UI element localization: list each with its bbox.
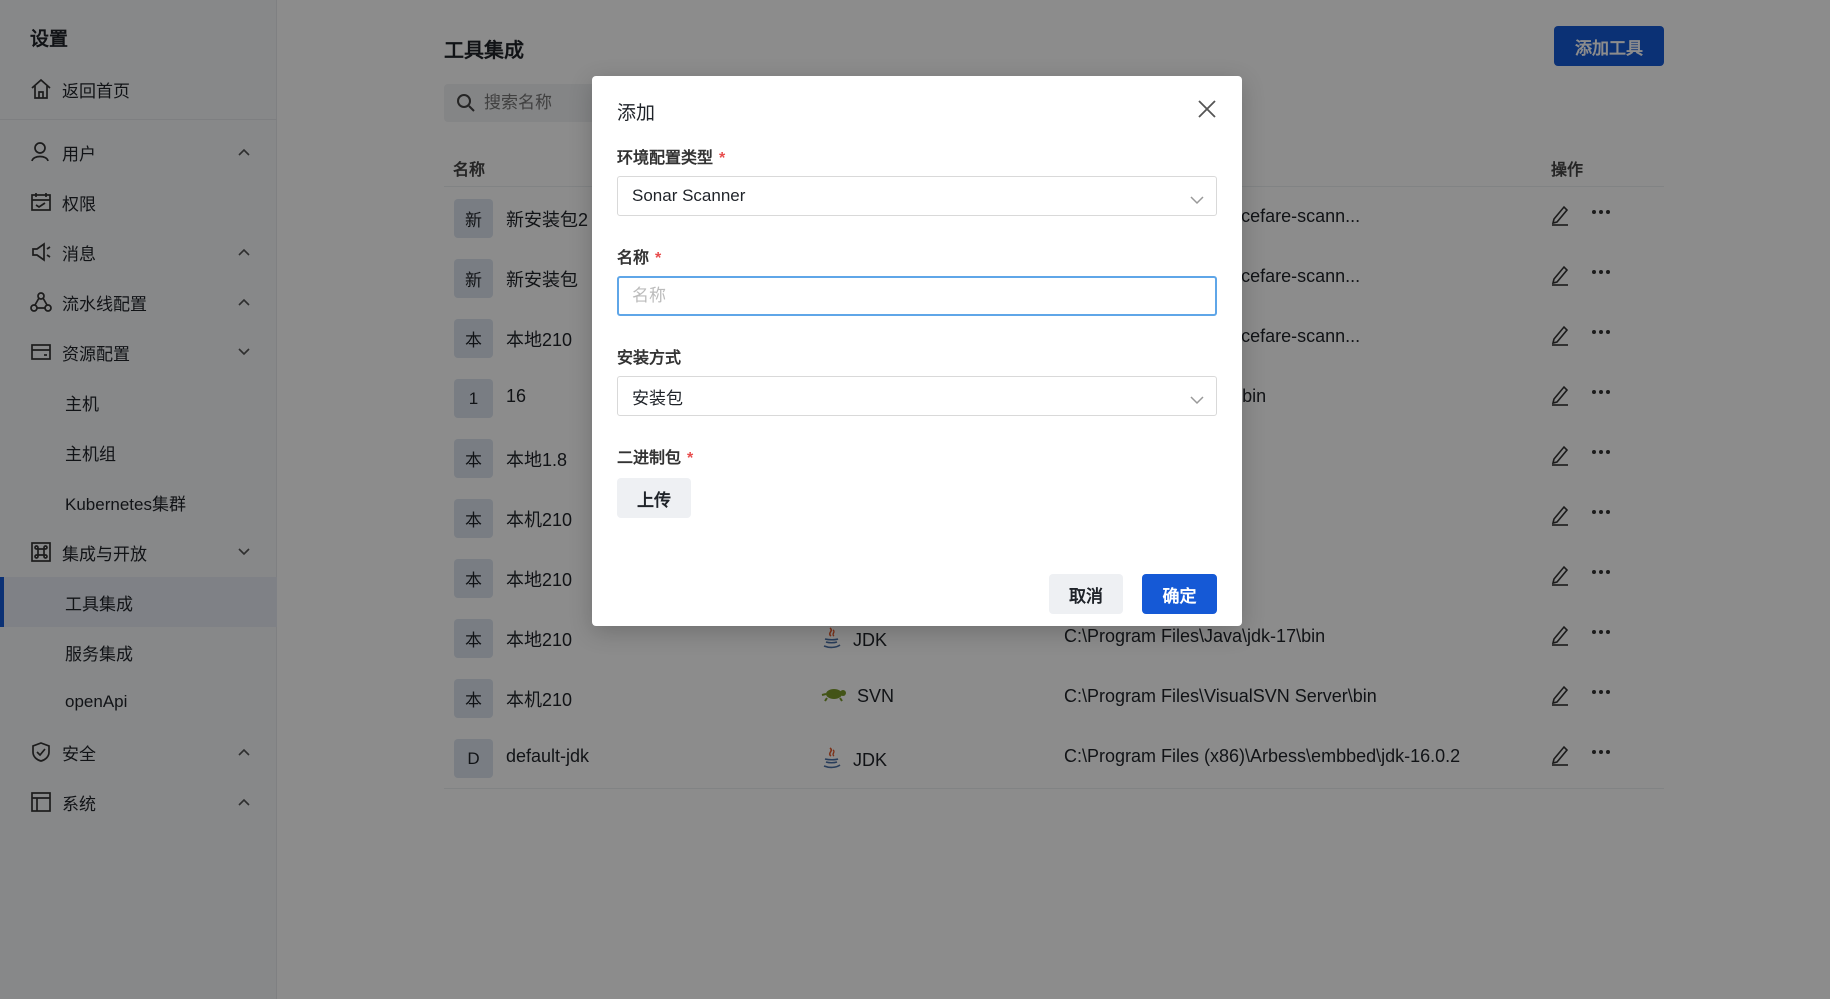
binary-package-label: 二进制包 * [617, 444, 693, 468]
install-method-value: 安装包 [632, 388, 683, 408]
env-type-value: Sonar Scanner [632, 186, 746, 205]
name-label: 名称 * [617, 244, 661, 268]
env-type-select[interactable]: Sonar Scanner [617, 176, 1217, 216]
env-type-label: 环境配置类型 * [617, 144, 725, 168]
cancel-button[interactable]: 取消 [1049, 574, 1123, 614]
install-method-select[interactable]: 安装包 [617, 376, 1217, 416]
modal-title: 添加 [617, 103, 656, 124]
chevron-down-icon [1190, 190, 1204, 210]
env-type-label-text: 环境配置类型 [617, 150, 714, 167]
name-input[interactable] [617, 276, 1217, 316]
binary-package-label-text: 二进制包 [617, 450, 682, 467]
required-mark: * [655, 250, 662, 267]
chevron-down-icon [1190, 390, 1204, 410]
add-modal: 添加 环境配置类型 * Sonar Scanner 名称 * 安装方式 安装包 二进… [592, 76, 1242, 626]
install-method-label: 安装方式 [617, 344, 681, 368]
name-label-text: 名称 [617, 250, 650, 267]
confirm-button[interactable]: 确定 [1142, 574, 1217, 614]
required-mark: * [719, 150, 726, 167]
required-mark: * [687, 450, 694, 467]
install-method-label-text: 安装方式 [617, 350, 682, 367]
upload-button[interactable]: 上传 [617, 478, 691, 518]
close-icon [1198, 100, 1216, 118]
close-button[interactable] [1196, 98, 1218, 120]
